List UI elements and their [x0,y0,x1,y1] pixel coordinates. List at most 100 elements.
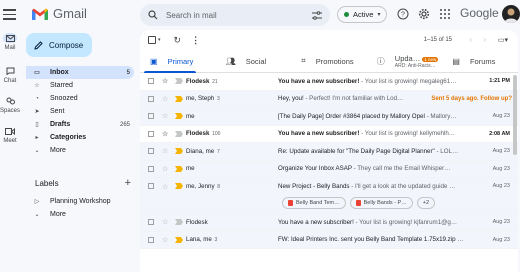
follow-up-nudge: Sent 5 days ago. Follow up? [431,95,512,102]
nav-snoozed[interactable]: ◔ Snoozed [26,92,134,105]
compose-button[interactable]: Compose [26,33,92,57]
rail-chat-label: Chat [3,78,17,84]
settings-gear-icon[interactable] [418,8,430,20]
more-attachments-chip[interactable]: +2 [416,197,436,209]
important-marker-icon[interactable] [175,113,183,120]
row-checkbox[interactable] [148,219,154,226]
email-date: Aug 23 [492,183,510,189]
star-icon[interactable]: ☆ [162,112,170,120]
nav-sent[interactable]: ➤ Sent [26,105,134,118]
help-icon[interactable]: ? [397,8,409,20]
email-row[interactable]: ☆ me Organize Your Inbox ASAP - They call… [140,160,518,178]
rail-chat[interactable]: Chat [0,66,20,84]
nav-more[interactable]: ⌄ More [26,144,134,157]
tab-social[interactable]: 👥︎ Social [216,50,292,72]
row-checkbox[interactable] [148,183,154,189]
email-row[interactable]: ☆ me [The Daily Page] Order #3864 placed … [140,108,518,126]
important-marker-icon[interactable] [175,236,183,243]
email-row[interactable]: ☆ Lana, me 3 FW: Ideal Printers Inc. sent … [140,231,518,249]
nav-inbox-label: Inbox [50,69,69,76]
important-marker-icon[interactable] [175,183,183,189]
important-marker-icon[interactable] [175,130,183,137]
scrollbar[interactable] [513,75,517,155]
row-checkbox[interactable] [148,148,154,155]
row-checkbox[interactable] [148,236,154,243]
email-row[interactable]: ☆ me, Jenny 8 New Project - Belly Bands - … [140,178,518,214]
rail-meet[interactable]: Meet [0,126,20,144]
star-icon[interactable]: ☆ [162,236,170,244]
attachment-chip[interactable]: Belly Band Tem… [282,197,346,209]
important-marker-icon[interactable] [175,95,183,102]
refresh-icon[interactable]: ↻ [174,35,182,46]
email-row[interactable]: ☆ me, Steph 3 Hey, you! - Perfect! I'm not… [140,90,518,108]
tab-updates-badge: 1 new [422,56,439,62]
main-menu-icon[interactable] [3,9,16,23]
gmail-logo[interactable]: Gmail [32,6,87,21]
google-logo[interactable]: Google [460,6,499,20]
row-checkbox[interactable] [148,95,154,102]
spaces-icon [3,96,17,106]
labels-more-text: More [50,211,66,218]
select-dropdown-icon[interactable]: ▾ [158,37,161,43]
mail-icon [3,33,17,43]
next-page-icon[interactable]: › [483,35,486,44]
email-snippet: - Your list is growing! kjfanrum1@g… [353,218,458,226]
pencil-icon [34,40,43,50]
star-icon[interactable]: ☆ [162,218,170,226]
search-bar[interactable]: Search in mail [140,4,330,26]
star-icon[interactable]: ☆ [162,165,170,173]
email-row[interactable]: ☆ Flodesk 21 You have a new subscriber! - … [140,73,518,91]
account-avatar[interactable] [502,5,520,23]
important-marker-icon[interactable] [175,148,183,155]
input-tools-icon[interactable]: ▭▾ [498,36,508,44]
search-options-icon[interactable] [312,10,322,20]
select-all-checkbox[interactable] [148,36,156,44]
prev-page-icon[interactable]: ‹ [469,35,472,44]
tab-updates[interactable]: ⓘ Upda… 1 new ARD: Anti-Racis… [367,50,443,72]
nav-categories[interactable]: ▸ Categories [26,131,134,144]
app-rail: Mail Chat Spaces Meet [0,0,20,272]
email-date: 2:08 AM [489,130,510,137]
nav-inbox-count: 5 [126,69,130,76]
email-row[interactable]: ☆ Flodesk You have a new subscriber! - Yo… [140,214,518,232]
search-icon[interactable] [148,10,158,20]
search-input[interactable]: Search in mail [166,11,312,20]
email-row[interactable]: ☆ Flodesk 100 You have a new subscriber! -… [140,125,518,143]
row-checkbox[interactable] [148,78,154,85]
star-icon[interactable]: ☆ [162,130,170,138]
tag-icon: ⌗ [301,56,306,65]
important-marker-icon[interactable] [175,219,183,226]
status-selector[interactable]: Active ▾ [337,6,388,23]
nav-more-label: More [50,147,66,154]
tab-promotions[interactable]: ⌗ Promotions [291,50,367,72]
star-icon[interactable]: ☆ [162,95,170,103]
nav-drafts[interactable]: ▯ Drafts 265 [26,118,134,131]
email-row[interactable]: ☆ Diana, me 7 Re: Update available for "Th… [140,143,518,161]
row-checkbox[interactable] [148,165,154,172]
apps-grid-icon[interactable] [439,8,451,20]
row-checkbox[interactable] [148,113,154,120]
rail-spaces[interactable]: Spaces [0,96,20,114]
image-file-icon [355,200,361,206]
row-checkbox[interactable] [148,130,154,137]
star-icon[interactable]: ☆ [162,147,170,155]
tab-primary[interactable]: ▣ Primary [140,50,216,73]
nav-starred[interactable]: ☆ Starred [26,79,134,92]
video-icon [3,126,17,136]
star-icon[interactable]: ☆ [162,183,170,191]
more-options-icon[interactable]: ⋮ [191,35,200,46]
nav-inbox[interactable]: ▭ Inbox 5 [26,66,134,79]
tab-updates-sub: ARD: Anti-Racis… [394,62,436,69]
tab-updates-label: Upda… [394,53,421,63]
image-file-icon [288,200,293,206]
important-marker-icon[interactable] [175,78,183,85]
important-marker-icon[interactable] [175,165,183,172]
labels-more[interactable]: ⌄ More [26,208,134,221]
star-icon[interactable]: ☆ [162,77,170,85]
attachment-chip[interactable]: Belly Bands - P… [349,197,413,209]
rail-mail-label: Mail [4,45,16,51]
add-label-icon[interactable]: + [125,178,131,189]
rail-mail[interactable]: Mail [0,33,20,51]
tab-forums[interactable]: ▤ Forums [442,50,518,72]
label-planning-workshop[interactable]: ▷ Planning Workshop [26,195,134,208]
